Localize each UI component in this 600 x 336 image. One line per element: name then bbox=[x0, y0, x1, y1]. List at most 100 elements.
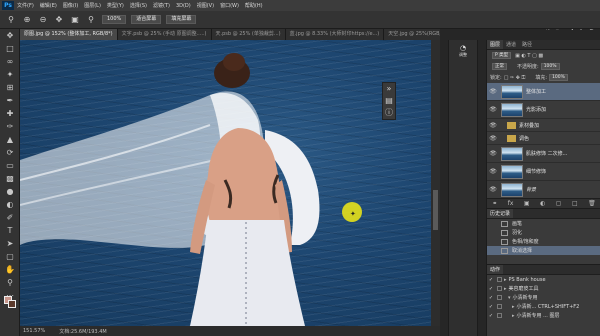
check-icon[interactable]: ✓ bbox=[487, 277, 495, 283]
check-icon[interactable]: ✓ bbox=[487, 286, 495, 292]
menu-help[interactable]: 帮助(H) bbox=[245, 2, 263, 9]
eyedropper-tool-icon[interactable]: ✒ bbox=[0, 94, 20, 107]
menu-select[interactable]: 选择(S) bbox=[130, 2, 147, 9]
resize-windows-icon[interactable]: ⚲ bbox=[86, 15, 96, 25]
new-layer-icon[interactable]: □ bbox=[572, 200, 578, 207]
history-brush-tool-icon[interactable]: ⟳ bbox=[0, 146, 20, 159]
expand-icon[interactable]: ▸ bbox=[512, 313, 515, 319]
expand-icon[interactable]: ▸ bbox=[512, 304, 515, 310]
action-row[interactable]: ✓ ▸ 小清新专用 ... 图层 bbox=[487, 311, 600, 320]
adjustment-icon[interactable]: ◐ bbox=[540, 200, 545, 207]
hand-tool-icon[interactable]: ✋ bbox=[0, 263, 20, 276]
tab-layers[interactable]: 图层 bbox=[487, 40, 504, 49]
history-item[interactable]: 取消选择 bbox=[487, 246, 600, 255]
action-set-row[interactable]: ✓ ▸ PS Bank house bbox=[487, 275, 600, 284]
tab-actions[interactable]: 动作 bbox=[487, 265, 504, 274]
opacity-input[interactable]: 100% bbox=[540, 63, 560, 70]
menu-filter[interactable]: 滤镜(T) bbox=[153, 2, 170, 9]
action-row[interactable]: ✓ ▸ 小清新... CTRL+SHIFT+F2 bbox=[487, 302, 600, 311]
zoom-in-icon[interactable]: ⊕ bbox=[22, 15, 32, 25]
link-icon[interactable]: ⚭ bbox=[492, 200, 497, 207]
eye-icon[interactable]: 👁 bbox=[489, 168, 497, 175]
fill-screen-button[interactable]: 填充屏幕 bbox=[166, 15, 197, 24]
marquee-tool-icon[interactable]: □ bbox=[0, 42, 20, 55]
eye-icon[interactable]: 👁 bbox=[489, 88, 497, 95]
layer-group-row[interactable]: 👁 调色 bbox=[487, 132, 600, 145]
eye-icon[interactable]: 👁 bbox=[489, 122, 497, 129]
lock-icons[interactable]: □ ✑ ✥ ⚿ bbox=[504, 75, 526, 81]
dodge-tool-icon[interactable]: ◐ bbox=[0, 198, 20, 211]
eraser-tool-icon[interactable]: ▭ bbox=[0, 159, 20, 172]
dialog-toggle[interactable] bbox=[497, 304, 502, 309]
menu-layer[interactable]: 图层(L) bbox=[84, 2, 101, 9]
background-color-swatch[interactable] bbox=[8, 300, 16, 308]
menu-image[interactable]: 图像(I) bbox=[63, 2, 78, 9]
pen-tool-icon[interactable]: ✐ bbox=[0, 211, 20, 224]
vertical-scrollbar[interactable] bbox=[431, 40, 440, 326]
layer-row[interactable]: 👁 光影添加 bbox=[487, 101, 600, 119]
menu-type[interactable]: 类型(Y) bbox=[107, 2, 124, 9]
menu-window[interactable]: 窗口(W) bbox=[220, 2, 239, 9]
expand-icon[interactable]: ▸ bbox=[504, 286, 507, 292]
layer-row[interactable]: 👁 背景 bbox=[487, 181, 600, 199]
check-icon[interactable]: ✓ bbox=[487, 313, 495, 319]
action-set-row[interactable]: ✓ ▸ 美容磨皮工具 bbox=[487, 284, 600, 293]
check-icon[interactable]: ✓ bbox=[487, 304, 495, 310]
fit-icon[interactable]: ▣ bbox=[70, 15, 80, 25]
menu-view[interactable]: 视图(V) bbox=[197, 2, 214, 9]
brush-tool-icon[interactable]: ✑ bbox=[0, 120, 20, 133]
shape-tool-icon[interactable]: ▢ bbox=[0, 250, 20, 263]
zoom-tool-icon[interactable]: ⚲ bbox=[6, 15, 16, 25]
gradient-tool-icon[interactable]: ▩ bbox=[0, 172, 20, 185]
eye-icon[interactable]: 👁 bbox=[489, 135, 497, 142]
tab-document-3[interactable]: 天.psb @ 25% (单独裁剪...) bbox=[211, 29, 286, 40]
dialog-toggle[interactable] bbox=[497, 286, 502, 291]
dialog-toggle[interactable] bbox=[497, 295, 502, 300]
menu-file[interactable]: 文件(F) bbox=[17, 2, 34, 9]
crop-tool-icon[interactable]: ⊞ bbox=[0, 81, 20, 94]
zoom-out-icon[interactable]: ⊖ bbox=[38, 15, 48, 25]
history-item[interactable]: 画笔 bbox=[487, 219, 600, 228]
layer-group-row[interactable]: 👁 素材叠加 bbox=[487, 119, 600, 132]
history-item[interactable]: 色相/饱和度 bbox=[487, 237, 600, 246]
scrubby-zoom-icon[interactable]: ✥ bbox=[54, 15, 64, 25]
clone-stamp-tool-icon[interactable]: ▲ bbox=[0, 133, 20, 146]
tab-document-1[interactable]: 原图.jpg @ 152% (整体加工, RGB/8*) bbox=[20, 29, 118, 40]
tab-document-5[interactable]: 天空.jpg @ 25%(RGB/8...) bbox=[384, 29, 440, 40]
lasso-tool-icon[interactable]: ∞ bbox=[0, 55, 20, 68]
blend-mode-select[interactable]: 正常 bbox=[492, 63, 507, 70]
fit-screen-button[interactable]: 适合屏幕 bbox=[131, 15, 162, 24]
zoom-tool-icon[interactable]: ⚲ bbox=[0, 276, 20, 289]
image-canvas[interactable]: ✦ bbox=[20, 40, 440, 326]
quick-select-tool-icon[interactable]: ✦ bbox=[0, 68, 20, 81]
blur-tool-icon[interactable]: ● bbox=[0, 185, 20, 198]
fx-icon[interactable]: fx bbox=[508, 200, 514, 207]
dialog-toggle[interactable] bbox=[497, 313, 502, 318]
layer-row[interactable]: 👁 细节修饰 bbox=[487, 163, 600, 181]
group-icon[interactable]: ▢ bbox=[556, 200, 562, 207]
menu-3d[interactable]: 3D(D) bbox=[176, 3, 191, 9]
action-set-row[interactable]: ✓ ▾ 小清新专用 bbox=[487, 293, 600, 302]
tab-channels[interactable]: 通道 bbox=[503, 40, 519, 49]
adjustments-strip-button[interactable]: ◔ 调整 bbox=[452, 44, 474, 57]
check-icon[interactable]: ✓ bbox=[487, 295, 495, 301]
history-item[interactable]: 羽化 bbox=[487, 228, 600, 237]
info-icon[interactable]: ⓘ bbox=[383, 107, 395, 119]
path-select-tool-icon[interactable]: ➤ bbox=[0, 237, 20, 250]
collapse-icon[interactable]: » bbox=[383, 83, 395, 95]
tab-paths[interactable]: 路径 bbox=[519, 40, 535, 49]
type-tool-icon[interactable]: T bbox=[0, 224, 20, 237]
eye-icon[interactable]: 👁 bbox=[489, 106, 497, 113]
menu-edit[interactable]: 编辑(E) bbox=[40, 2, 57, 9]
expand-icon[interactable]: ▸ bbox=[504, 277, 507, 283]
layer-row[interactable]: 👁 整体加工 bbox=[487, 83, 600, 101]
layer-kind-filter[interactable]: P 类型 bbox=[492, 52, 512, 59]
histogram-icon[interactable]: ▤ bbox=[383, 95, 395, 107]
healing-brush-tool-icon[interactable]: ✚ bbox=[0, 107, 20, 120]
eye-icon[interactable]: 👁 bbox=[489, 186, 497, 193]
tab-document-4[interactable]: 蓝.jpg @ 8.33% (大师封印https://e...) bbox=[285, 29, 385, 40]
zoom-level[interactable]: 151.57% bbox=[23, 328, 45, 334]
expand-icon[interactable]: ▾ bbox=[508, 295, 511, 301]
tab-document-2[interactable]: 文字.psb @ 25% (手动 原图调整.....) bbox=[117, 29, 212, 40]
trash-icon[interactable]: 🗑 bbox=[588, 200, 596, 207]
